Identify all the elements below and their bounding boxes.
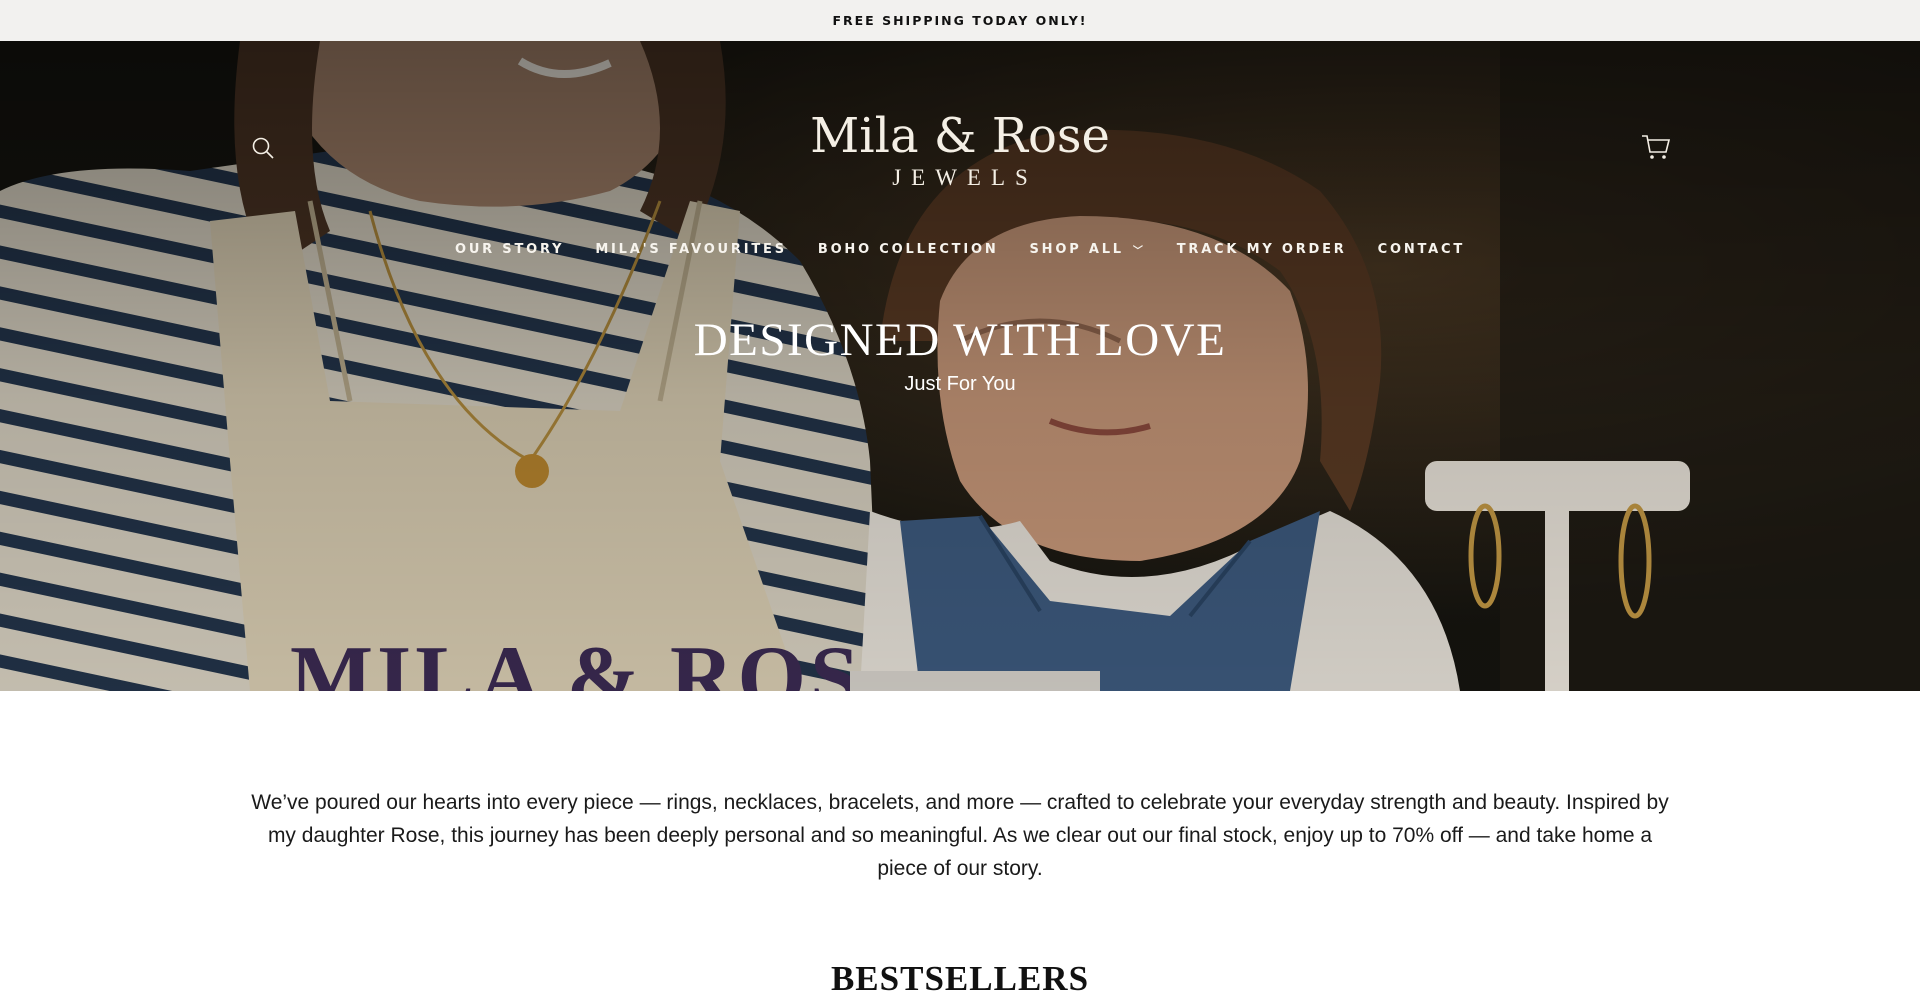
nav-item-our-story[interactable]: OUR STORY: [455, 242, 564, 257]
announcement-bar: FREE SHIPPING TODAY ONLY!: [0, 0, 1920, 41]
hero-banner: MILA & ROSE Mila & Rose JEWELS: [0, 41, 1920, 691]
bestsellers-heading: BESTSELLERS: [830, 959, 1090, 999]
logo-main-text: Mila & Rose: [810, 108, 1110, 164]
nav-item-label: MILA'S FAVOURITES: [595, 242, 787, 257]
cart-icon[interactable]: [1638, 131, 1674, 163]
nav-item-milas-favourites[interactable]: MILA'S FAVOURITES: [595, 242, 787, 257]
search-icon[interactable]: [248, 133, 278, 163]
nav-item-label: BOHO COLLECTION: [817, 242, 999, 257]
chevron-down-icon: ﹀: [1132, 246, 1146, 257]
announcement-text: FREE SHIPPING TODAY ONLY!: [832, 13, 1088, 28]
nav-item-shop-all[interactable]: SHOP ALL ﹀: [1030, 242, 1146, 257]
logo-sub-text: JEWELS: [892, 165, 1038, 190]
main-navigation: OUR STORY MILA'S FAVOURITES BOHO COLLECT…: [0, 242, 1920, 257]
store-logo[interactable]: Mila & Rose JEWELS: [800, 109, 1120, 191]
nav-item-contact[interactable]: CONTACT: [1378, 242, 1465, 257]
nav-item-label: TRACK MY ORDER: [1176, 242, 1347, 257]
nav-item-label: SHOP ALL: [1029, 242, 1124, 257]
nav-item-label: OUR STORY: [454, 242, 565, 257]
nav-item-label: CONTACT: [1377, 242, 1466, 257]
nav-item-boho-collection[interactable]: BOHO COLLECTION: [818, 242, 999, 257]
intro-text: We’ve poured our hearts into every piece…: [251, 791, 1669, 880]
nav-item-track-my-order[interactable]: TRACK MY ORDER: [1177, 242, 1347, 257]
hero-subtitle: Just For You: [904, 373, 1016, 395]
hero-title: DESIGNED WITH LOVE: [693, 314, 1227, 366]
